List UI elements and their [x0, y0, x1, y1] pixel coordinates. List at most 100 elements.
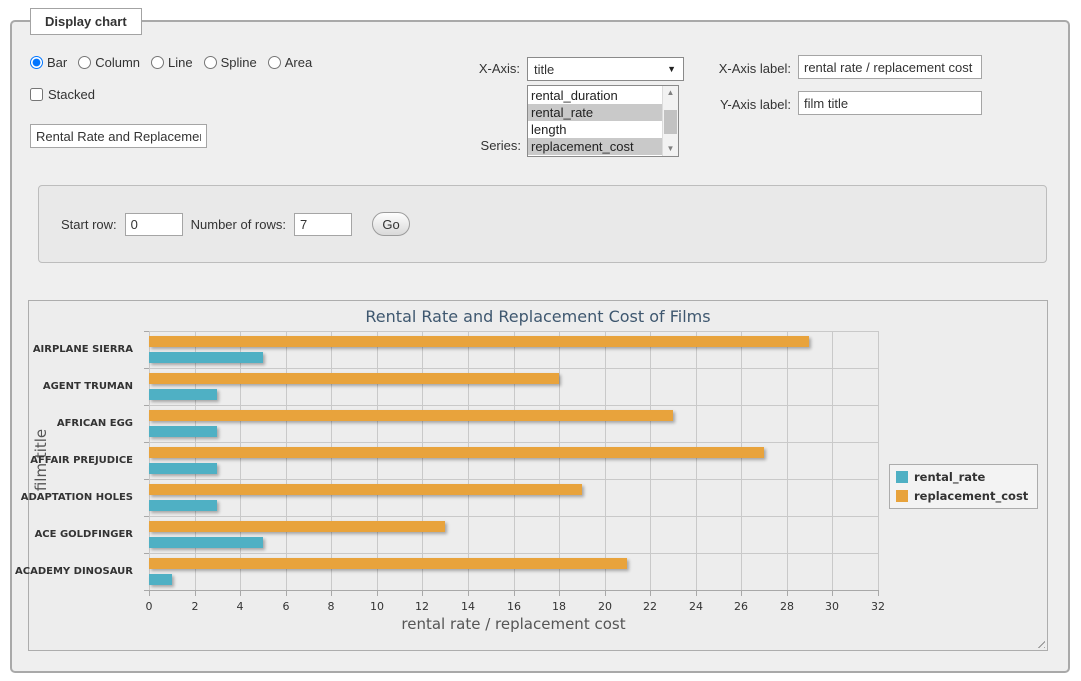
- bar-rental_rate[interactable]: [149, 537, 263, 548]
- bar-replacement_cost[interactable]: [149, 336, 809, 347]
- x-tick-label-18: 18: [539, 600, 579, 613]
- chart-type-radio-bar[interactable]: [30, 56, 43, 69]
- y-axis-label-input[interactable]: [798, 91, 982, 115]
- y-tick-mark: [144, 479, 149, 480]
- series-listbox-label: Series:: [440, 138, 521, 153]
- start-row-input[interactable]: [125, 213, 183, 236]
- x-tick-mark: [149, 591, 150, 596]
- chart-type-radio-area[interactable]: [268, 56, 281, 69]
- gridline-x-24: [696, 331, 697, 590]
- chart-type-label-line: Line: [168, 55, 193, 70]
- chart-type-option-area: Area: [268, 55, 312, 70]
- go-button[interactable]: Go: [372, 212, 410, 236]
- x-tick-label-6: 6: [266, 600, 306, 613]
- series-option-length[interactable]: length: [528, 121, 662, 138]
- y-tick-mark: [144, 442, 149, 443]
- gridline-x-8: [331, 331, 332, 590]
- scroll-up-icon[interactable]: ▲: [663, 86, 678, 100]
- x-axis-label-label: X-Axis label:: [706, 61, 791, 76]
- bar-replacement_cost[interactable]: [149, 447, 764, 458]
- chart-type-label-spline: Spline: [221, 55, 257, 70]
- scroll-down-icon[interactable]: ▼: [663, 142, 678, 156]
- bar-rental_rate[interactable]: [149, 426, 217, 437]
- chart-type-option-spline: Spline: [204, 55, 257, 70]
- chart-type-option-line: Line: [151, 55, 193, 70]
- y-tick-mark: [144, 516, 149, 517]
- series-option-replacement_cost[interactable]: replacement_cost: [528, 138, 662, 155]
- bar-replacement_cost[interactable]: [149, 484, 582, 495]
- gridline-x-4: [240, 331, 241, 590]
- bar-replacement_cost[interactable]: [149, 558, 627, 569]
- category-label: AFFAIR PREJUDICE: [29, 442, 141, 479]
- x-tick-label-12: 12: [402, 600, 442, 613]
- series-options: rental_durationrental_ratelengthreplacem…: [528, 86, 662, 156]
- x-tick-label-8: 8: [311, 600, 351, 613]
- chart-title: Rental Rate and Replacement Cost of Film…: [29, 307, 1047, 326]
- gridline-x-30: [832, 331, 833, 590]
- chart-type-option-column: Column: [78, 55, 140, 70]
- start-row-label: Start row:: [61, 217, 117, 232]
- chart-type-radio-line[interactable]: [151, 56, 164, 69]
- bar-replacement_cost[interactable]: [149, 410, 673, 421]
- bar-rental_rate[interactable]: [149, 389, 217, 400]
- x-tick-label-0: 0: [129, 600, 169, 613]
- category-label: AIRPLANE SIERRA: [29, 331, 141, 368]
- x-tick-mark: [331, 591, 332, 596]
- x-tick-label-4: 4: [220, 600, 260, 613]
- bar-rental_rate[interactable]: [149, 500, 217, 511]
- category-label: ADAPTATION HOLES: [29, 479, 141, 516]
- resize-grip-icon[interactable]: [1034, 637, 1045, 648]
- x-axis-select[interactable]: title ▼: [527, 57, 684, 81]
- gridline-y: [149, 368, 878, 369]
- gridline-x-2: [195, 331, 196, 590]
- bar-replacement_cost[interactable]: [149, 521, 445, 532]
- legend-item-rental_rate[interactable]: rental_rate: [896, 470, 1028, 484]
- category-label: AFRICAN EGG: [29, 405, 141, 442]
- category-label: ACADEMY DINOSAUR: [29, 553, 141, 590]
- legend-item-replacement_cost[interactable]: replacement_cost: [896, 489, 1028, 503]
- x-axis-label-input[interactable]: [798, 55, 982, 79]
- series-option-rental_duration[interactable]: rental_duration: [528, 87, 662, 104]
- num-rows-input[interactable]: [294, 213, 352, 236]
- series-scrollbar[interactable]: ▲ ▼: [662, 86, 678, 156]
- bar-replacement_cost[interactable]: [149, 373, 559, 384]
- stacked-label: Stacked: [48, 87, 95, 102]
- gridline-x-28: [787, 331, 788, 590]
- gridline-y: [149, 516, 878, 517]
- bar-rental_rate[interactable]: [149, 352, 263, 363]
- series-listbox[interactable]: rental_durationrental_ratelengthreplacem…: [527, 85, 679, 157]
- series-option-rental_rate[interactable]: rental_rate: [528, 104, 662, 121]
- legend-swatch-replacement_cost: [896, 490, 908, 502]
- rows-controls: Start row: Number of rows: Go: [61, 212, 410, 236]
- x-axis-select-label: X-Axis:: [430, 61, 520, 76]
- gridline-x-18: [559, 331, 560, 590]
- x-tick-label-22: 22: [630, 600, 670, 613]
- scrollbar-thumb[interactable]: [664, 110, 677, 134]
- gridline-x-10: [377, 331, 378, 590]
- y-tick-mark: [144, 553, 149, 554]
- bar-rental_rate[interactable]: [149, 463, 217, 474]
- y-tick-mark: [144, 405, 149, 406]
- x-tick-label-20: 20: [585, 600, 625, 613]
- chart-type-label-bar: Bar: [47, 55, 67, 70]
- x-tick-label-26: 26: [721, 600, 761, 613]
- chart-title-input[interactable]: [30, 124, 207, 148]
- chart-type-label-column: Column: [95, 55, 140, 70]
- gridline-x-22: [650, 331, 651, 590]
- gridline-x-0: [149, 331, 150, 590]
- bar-rental_rate[interactable]: [149, 574, 172, 585]
- y-tick-mark: [144, 368, 149, 369]
- x-tick-mark: [741, 591, 742, 596]
- gridline-x-32: [878, 331, 879, 590]
- stacked-checkbox[interactable]: [30, 88, 43, 101]
- category-label: AGENT TRUMAN: [29, 368, 141, 405]
- chevron-down-icon: ▼: [667, 64, 676, 74]
- legend-label-rental_rate: rental_rate: [914, 470, 985, 484]
- x-tick-mark: [559, 591, 560, 596]
- chart-type-radiogroup: Bar Column Line Spline Area: [30, 55, 312, 70]
- chart-type-radio-spline[interactable]: [204, 56, 217, 69]
- chart-type-radio-column[interactable]: [78, 56, 91, 69]
- x-tick-label-32: 32: [858, 600, 898, 613]
- x-axis-selected-value: title: [534, 62, 554, 77]
- legend-label-replacement_cost: replacement_cost: [914, 489, 1028, 503]
